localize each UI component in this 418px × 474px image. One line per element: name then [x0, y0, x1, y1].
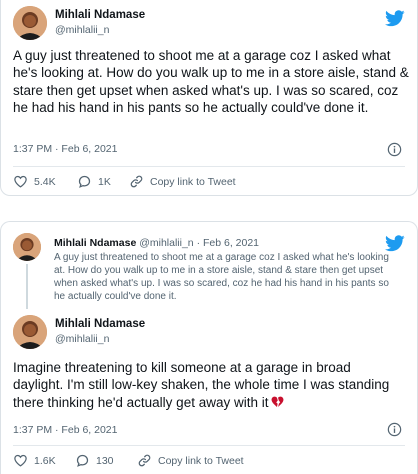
quoted-author-handle[interactable]: @mihlalii_n: [139, 237, 193, 249]
reply-count: 130: [96, 454, 114, 467]
divider: [13, 445, 405, 446]
avatar[interactable]: [13, 315, 47, 349]
divider: [13, 166, 405, 167]
broken-heart-emoji: [271, 396, 284, 408]
tweet-timestamp[interactable]: 1:37 PM · Feb 6, 2021: [13, 143, 117, 155]
reply-button[interactable]: 130: [75, 453, 114, 468]
reply-count: 1K: [98, 175, 111, 188]
link-icon: [137, 453, 152, 468]
heart-icon: [13, 174, 28, 189]
copy-link-label: Copy link to Tweet: [150, 175, 236, 188]
link-icon: [129, 174, 144, 189]
author-handle[interactable]: @mihlalii_n: [55, 24, 109, 36]
tweet-text-content: Imagine threatening to kill someone at a…: [13, 360, 390, 410]
reply-button[interactable]: 1K: [77, 174, 111, 189]
like-button[interactable]: 5.4K: [13, 174, 56, 189]
info-icon[interactable]: [387, 142, 402, 157]
tweet-text: Imagine threatening to kill someone at a…: [13, 359, 403, 411]
tweet-timestamp[interactable]: 1:37 PM · Feb 6, 2021: [13, 424, 117, 436]
quoted-tweet-text: A guy just threatened to shoot me at a g…: [54, 252, 389, 303]
quoted-header[interactable]: Mihlali Ndamase @mihlalii_n · Feb 6, 202…: [54, 237, 259, 249]
copy-link-button[interactable]: Copy link to Tweet: [137, 453, 244, 468]
author-handle[interactable]: @mihlalii_n: [55, 333, 109, 345]
copy-link-button[interactable]: Copy link to Tweet: [129, 174, 236, 189]
like-count: 5.4K: [34, 175, 56, 188]
twitter-bird-icon[interactable]: [385, 10, 405, 27]
tweet-card-2: Mihlali Ndamase @mihlalii_n · Feb 6, 202…: [0, 221, 418, 474]
avatar[interactable]: [13, 6, 47, 40]
reply-icon: [77, 174, 92, 189]
quoted-author-name[interactable]: Mihlali Ndamase: [54, 237, 136, 249]
quoted-date[interactable]: · Feb 6, 2021: [197, 237, 259, 249]
heart-icon: [13, 453, 28, 468]
info-icon[interactable]: [387, 422, 402, 437]
avatar[interactable]: [13, 233, 41, 261]
twitter-bird-icon[interactable]: [385, 235, 405, 252]
thread-line: [26, 264, 28, 309]
author-name[interactable]: Mihlali Ndamase: [55, 318, 145, 330]
copy-link-label: Copy link to Tweet: [158, 454, 244, 467]
tweet-card-1: Mihlali Ndamase @mihlalii_n A guy just t…: [0, 0, 418, 196]
like-count: 1.6K: [34, 454, 56, 467]
reply-icon: [75, 453, 90, 468]
tweet-text: A guy just threatened to shoot me at a g…: [13, 48, 409, 115]
like-button[interactable]: 1.6K: [13, 453, 56, 468]
author-name[interactable]: Mihlali Ndamase: [55, 9, 145, 21]
